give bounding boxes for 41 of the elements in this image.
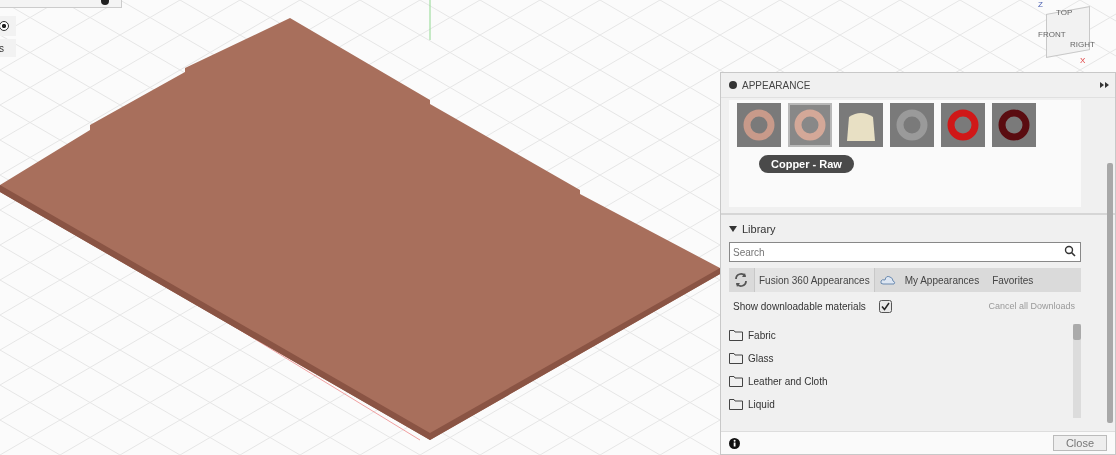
library-tab[interactable]: Favorites <box>988 268 1038 292</box>
cube-face-label: TOP <box>1056 8 1073 17</box>
folder-item[interactable]: Fabric <box>729 324 1073 347</box>
toolbar-button[interactable]: s <box>0 39 16 57</box>
cube-face-label: RIGHT <box>1070 40 1095 49</box>
folder-item[interactable]: Leather and Cloth <box>729 370 1073 393</box>
search-icon <box>1064 245 1076 257</box>
checkbox[interactable] <box>878 299 892 313</box>
folder-icon <box>729 330 743 341</box>
expand-arrow-icon[interactable] <box>729 225 737 233</box>
material-swatch[interactable] <box>890 103 934 147</box>
expand-icon[interactable] <box>1100 82 1109 88</box>
folder-icon <box>729 353 743 364</box>
material-swatch[interactable] <box>941 103 985 147</box>
folder-item[interactable]: Glass <box>729 347 1073 370</box>
material-swatch[interactable] <box>788 103 832 147</box>
axis-label: Z <box>1038 0 1043 9</box>
folder-icon <box>729 376 743 387</box>
search-field[interactable]: Search <box>729 242 1081 262</box>
panel-scrollbar[interactable] <box>1107 163 1113 423</box>
material-swatch[interactable] <box>992 103 1036 147</box>
close-button[interactable]: Close <box>1052 435 1107 451</box>
axis-line <box>429 0 431 41</box>
cloud-icon <box>879 274 896 286</box>
refresh-icon[interactable] <box>733 272 749 288</box>
material-swatch[interactable] <box>737 103 781 147</box>
material-swatch[interactable] <box>839 103 883 147</box>
folder-item[interactable]: Liquid <box>729 393 1073 416</box>
axis-label: X <box>1080 56 1086 65</box>
library-tab[interactable]: Fusion 360 Appearances <box>754 268 875 292</box>
panel-title: APPEARANCE <box>742 79 812 91</box>
option-label: Show downloadable materials <box>733 300 866 312</box>
scrollbar[interactable] <box>1073 324 1081 418</box>
view-cube[interactable]: Z TOP FRONT RIGHT X <box>1036 0 1106 66</box>
tooltip: Copper - Raw <box>759 155 854 173</box>
cube-face-label: FRONT <box>1038 30 1066 39</box>
library-tab[interactable]: My Appearances <box>900 268 984 292</box>
section-title: Library <box>742 223 776 235</box>
folder-icon <box>729 399 743 410</box>
info-icon[interactable] <box>729 437 740 449</box>
collapse-icon[interactable] <box>729 81 737 89</box>
